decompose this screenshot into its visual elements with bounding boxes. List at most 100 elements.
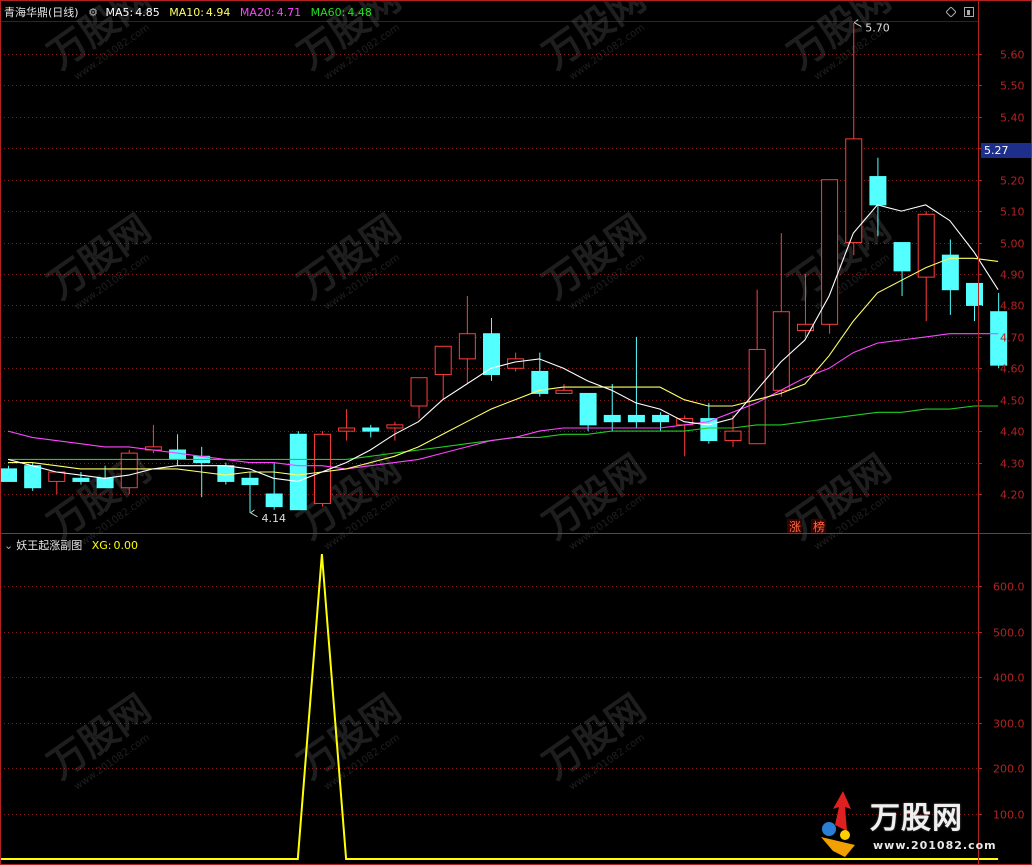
candle[interactable]	[0, 465, 17, 482]
price-tick-label: 4.70	[1000, 332, 1025, 345]
price-tick-label: 5.60	[1000, 49, 1025, 62]
price-tick-label: 5.00	[1000, 238, 1025, 251]
candle-body	[265, 493, 283, 508]
ma20-label: MA20:	[239, 6, 275, 19]
watermark: 万股网www.201082.com	[535, 206, 654, 313]
price-tick-label: 4.80	[1000, 300, 1025, 313]
candle-body	[434, 345, 452, 376]
candle-body	[893, 242, 911, 272]
candle[interactable]	[627, 336, 645, 428]
candle[interactable]	[169, 434, 187, 466]
candle[interactable]	[941, 239, 959, 315]
price-tick-label: 4.90	[1000, 269, 1025, 282]
candle-body	[603, 414, 621, 423]
ma10-label: MA10:	[169, 6, 204, 19]
price-tick-label: 5.40	[1000, 112, 1025, 125]
candle-body	[289, 433, 307, 511]
candle[interactable]	[48, 471, 66, 494]
price-tick-label: 4.30	[1000, 458, 1025, 471]
xg-tick-label: 600.0	[993, 581, 1025, 594]
chart-canvas[interactable]: 万股网www.201082.com 万股网www.201082.com 万股网www…	[0, 0, 1032, 865]
candle[interactable]	[893, 242, 911, 296]
watermark: 万股网www.201082.com	[535, 686, 654, 793]
xg-tick-label: 300.0	[993, 718, 1025, 731]
candle-body	[410, 377, 428, 407]
brand-url: www.201082.com	[873, 839, 997, 852]
candle-body	[386, 424, 404, 429]
brand-name: 万股网	[870, 801, 963, 836]
brand-logo: 万股网 www.201082.com	[815, 785, 1030, 863]
ma20-value: 4.71	[276, 6, 302, 19]
watermark: 万股网www.201082.com	[780, 446, 899, 553]
candle[interactable]	[241, 472, 259, 513]
ma60-value: 4.48	[347, 6, 372, 19]
collapse-icon[interactable]: ⚙	[88, 6, 98, 19]
main-panel-header: 青海华鼎(日线) ⚙ MA5: 4.85 MA10: 4.94 MA20: 4.71 …	[4, 4, 378, 20]
outer-frame	[0, 0, 1032, 865]
candle[interactable]	[555, 384, 573, 394]
candle-body	[313, 433, 331, 504]
period-label: (日线)	[48, 6, 79, 19]
candle-body	[627, 414, 645, 423]
watermark: 万股网www.201082.com	[780, 0, 899, 83]
candle-body	[724, 430, 742, 442]
price-tick-label: 4.40	[1000, 426, 1025, 439]
candle-body	[72, 477, 90, 482]
ma10-value: 4.94	[205, 6, 231, 19]
candle[interactable]	[434, 345, 452, 400]
candle-body	[845, 138, 863, 244]
candle[interactable]	[917, 211, 935, 322]
candle-body	[241, 477, 259, 486]
xg-tick-label: 500.0	[993, 627, 1025, 640]
high-marker: 5.70	[865, 22, 890, 35]
candle[interactable]	[265, 462, 283, 510]
diamond-icon[interactable]	[946, 7, 956, 17]
window-restore-icon[interactable]	[964, 7, 974, 17]
candle[interactable]	[458, 296, 476, 384]
chevron-down-icon[interactable]: ⌄	[4, 539, 13, 552]
price-tick-label: 4.50	[1000, 395, 1025, 408]
watermark: 万股网www.201082.com	[40, 206, 159, 313]
candle[interactable]	[772, 233, 790, 397]
candle-body	[217, 465, 235, 482]
candle[interactable]	[966, 282, 983, 322]
indicator-name: 妖王起涨副图	[16, 539, 83, 552]
ma5-value: 4.85	[135, 6, 160, 19]
candle[interactable]	[120, 450, 138, 494]
candle-body	[169, 449, 187, 460]
candle[interactable]	[821, 179, 839, 334]
price-tick-label: 5.50	[1000, 80, 1025, 93]
candle-body	[652, 414, 670, 423]
candle[interactable]	[579, 392, 597, 432]
ma60-line	[8, 405, 999, 460]
price-tick-label: 4.60	[1000, 363, 1025, 376]
xg-tick-label: 200.0	[993, 763, 1025, 776]
candle-body	[458, 333, 476, 360]
candle-body	[96, 477, 114, 489]
low-marker: 4.14	[262, 512, 287, 525]
candle[interactable]	[362, 424, 380, 438]
candle-body	[579, 392, 597, 426]
candle-body	[966, 282, 983, 306]
board-tag: 涨	[789, 519, 801, 534]
candle-body	[772, 311, 790, 391]
candle[interactable]	[289, 431, 307, 511]
xg-label: XG:	[91, 539, 112, 552]
candle[interactable]	[410, 377, 428, 419]
watermark: 万股网www.201082.com	[290, 206, 409, 313]
candle-body	[48, 471, 66, 482]
ma60-label: MA60:	[310, 6, 346, 19]
xg-tick-label: 400.0	[993, 672, 1025, 685]
brand-emblem-icon	[821, 791, 855, 857]
watermark: 万股网www.201082.com	[290, 686, 409, 793]
watermark: 万股网www.201082.com	[535, 0, 654, 83]
low-arrow-icon	[250, 509, 258, 518]
candle-body	[24, 465, 42, 489]
candle[interactable]	[748, 289, 766, 445]
candle-body	[555, 389, 573, 394]
watermark: 万股网www.201082.com	[535, 446, 654, 553]
price-tick-label: 4.20	[1000, 489, 1025, 502]
candle-body	[821, 179, 839, 325]
candle[interactable]	[338, 409, 356, 441]
candle[interactable]	[313, 431, 331, 507]
